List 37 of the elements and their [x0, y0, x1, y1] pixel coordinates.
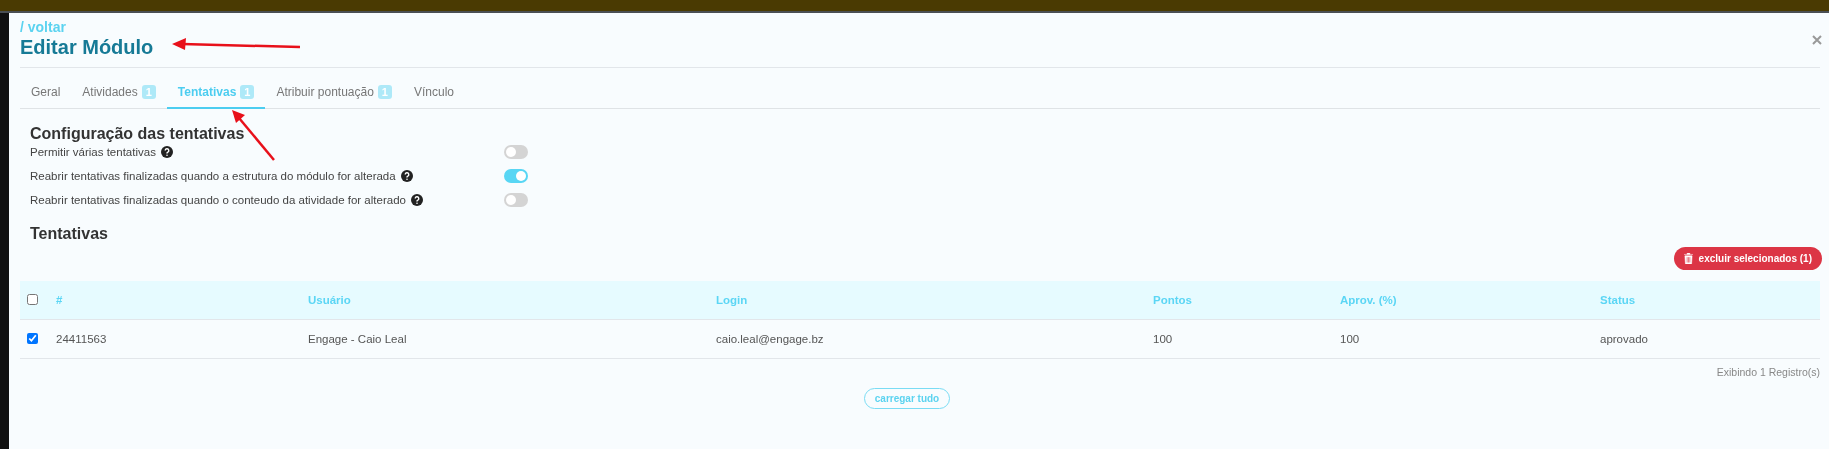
table-cell: Engage - Caio Leal — [308, 333, 407, 345]
tab[interactable]: Atribuir pontuação 1 — [265, 79, 403, 109]
tab[interactable]: Atividades 1 — [71, 79, 167, 109]
count-badge: 1 — [141, 85, 156, 99]
section-title: Configuração das tentativas — [30, 125, 246, 143]
table-cell: 24411563 — [56, 333, 107, 345]
row-checkbox[interactable] — [27, 332, 38, 344]
table-cell: caio.leal@engage.bz — [716, 333, 824, 345]
toggle-switch[interactable] — [504, 145, 528, 159]
table-cell: 100 — [1153, 333, 1173, 345]
section-title: Tentativas — [30, 225, 109, 243]
toggle-switch[interactable] — [504, 169, 528, 183]
option-label: Permitir várias tentativas — [30, 146, 156, 158]
help-icon[interactable] — [410, 194, 423, 206]
column-header: Status — [1600, 294, 1636, 306]
column-header: # — [56, 294, 63, 306]
tab[interactable]: Geral — [20, 79, 72, 109]
select-all-checkbox[interactable] — [27, 293, 38, 305]
column-header: Usuário — [308, 294, 351, 306]
table-cell: aprovado — [1600, 333, 1648, 345]
option-label: Reabrir tentativas finalizadas quando o conteudo da atividade for alterado — [30, 194, 406, 206]
delete-selected-button[interactable]: excluir selecionados (1) — [1673, 247, 1822, 270]
trash-icon — [1683, 253, 1693, 264]
tab[interactable]: Vínculo — [402, 79, 465, 109]
column-header: Aprov. (%) — [1340, 294, 1397, 306]
help-icon[interactable] — [160, 146, 173, 158]
table-cell: 100 — [1340, 333, 1360, 345]
column-header: Pontos — [1153, 294, 1192, 306]
count-badge: 1 — [377, 85, 392, 99]
option-label: Reabrir tentativas finalizadas quando a estrutura do módulo for alterada — [30, 170, 396, 182]
record-count: Exibindo 1 Registro(s) — [1716, 366, 1820, 378]
count-badge: 1 — [240, 85, 255, 99]
toggle-switch[interactable] — [504, 193, 528, 207]
modal-title: Editar Módulo — [20, 35, 154, 59]
close-icon[interactable] — [1812, 35, 1822, 45]
help-icon[interactable] — [400, 170, 413, 182]
column-header: Login — [716, 294, 748, 306]
